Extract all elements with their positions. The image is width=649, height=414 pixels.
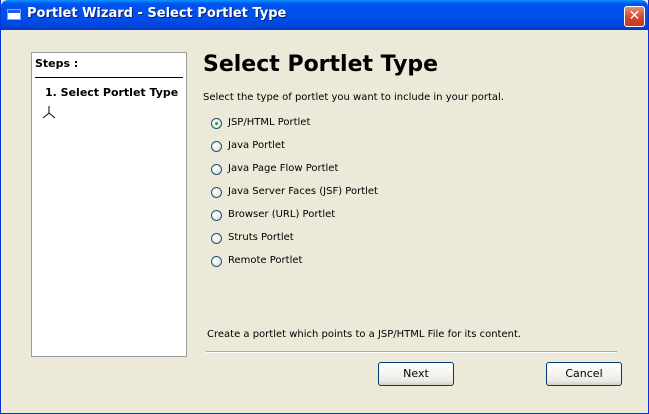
radio-button[interactable] bbox=[211, 256, 222, 267]
radio-button[interactable] bbox=[211, 164, 222, 175]
radio-label[interactable]: Browser (URL) Portlet bbox=[228, 209, 335, 220]
radio-button[interactable] bbox=[211, 210, 222, 221]
steps-divider bbox=[35, 77, 183, 78]
radio-button[interactable] bbox=[211, 118, 222, 129]
option-help-text: Create a portlet which points to a JSP/H… bbox=[207, 329, 522, 340]
page-title: Select Portlet Type bbox=[203, 52, 439, 77]
window-title: Portlet Wizard - Select Portlet Type bbox=[27, 6, 287, 21]
radio-label[interactable]: Struts Portlet bbox=[228, 232, 294, 243]
radio-label[interactable]: Java Page Flow Portlet bbox=[228, 163, 338, 174]
step-connector-icon bbox=[42, 106, 56, 119]
radio-button[interactable] bbox=[211, 141, 222, 152]
steps-panel: Steps : 1. Select Portlet Type bbox=[31, 52, 187, 357]
radio-button[interactable] bbox=[211, 187, 222, 198]
title-bar[interactable]: Portlet Wizard - Select Portlet Type ✕ bbox=[1, 0, 648, 30]
radio-label[interactable]: JSP/HTML Portlet bbox=[228, 117, 310, 128]
radio-button[interactable] bbox=[211, 233, 222, 244]
close-icon: ✕ bbox=[628, 8, 641, 24]
radio-label[interactable]: Remote Portlet bbox=[228, 255, 302, 266]
step-item-select-portlet-type: 1. Select Portlet Type bbox=[45, 86, 179, 99]
radio-label[interactable]: Java Server Faces (JSF) Portlet bbox=[228, 186, 378, 197]
radio-label[interactable]: Java Portlet bbox=[228, 140, 285, 151]
button-separator bbox=[206, 351, 617, 353]
next-button[interactable]: Next bbox=[378, 362, 454, 386]
steps-heading: Steps : bbox=[35, 57, 79, 70]
window-icon bbox=[7, 9, 21, 20]
page-description: Select the type of portlet you want to i… bbox=[203, 92, 504, 103]
cancel-button[interactable]: Cancel bbox=[546, 362, 622, 386]
wizard-window: Portlet Wizard - Select Portlet Type ✕ S… bbox=[0, 0, 649, 414]
close-button[interactable]: ✕ bbox=[624, 6, 645, 27]
